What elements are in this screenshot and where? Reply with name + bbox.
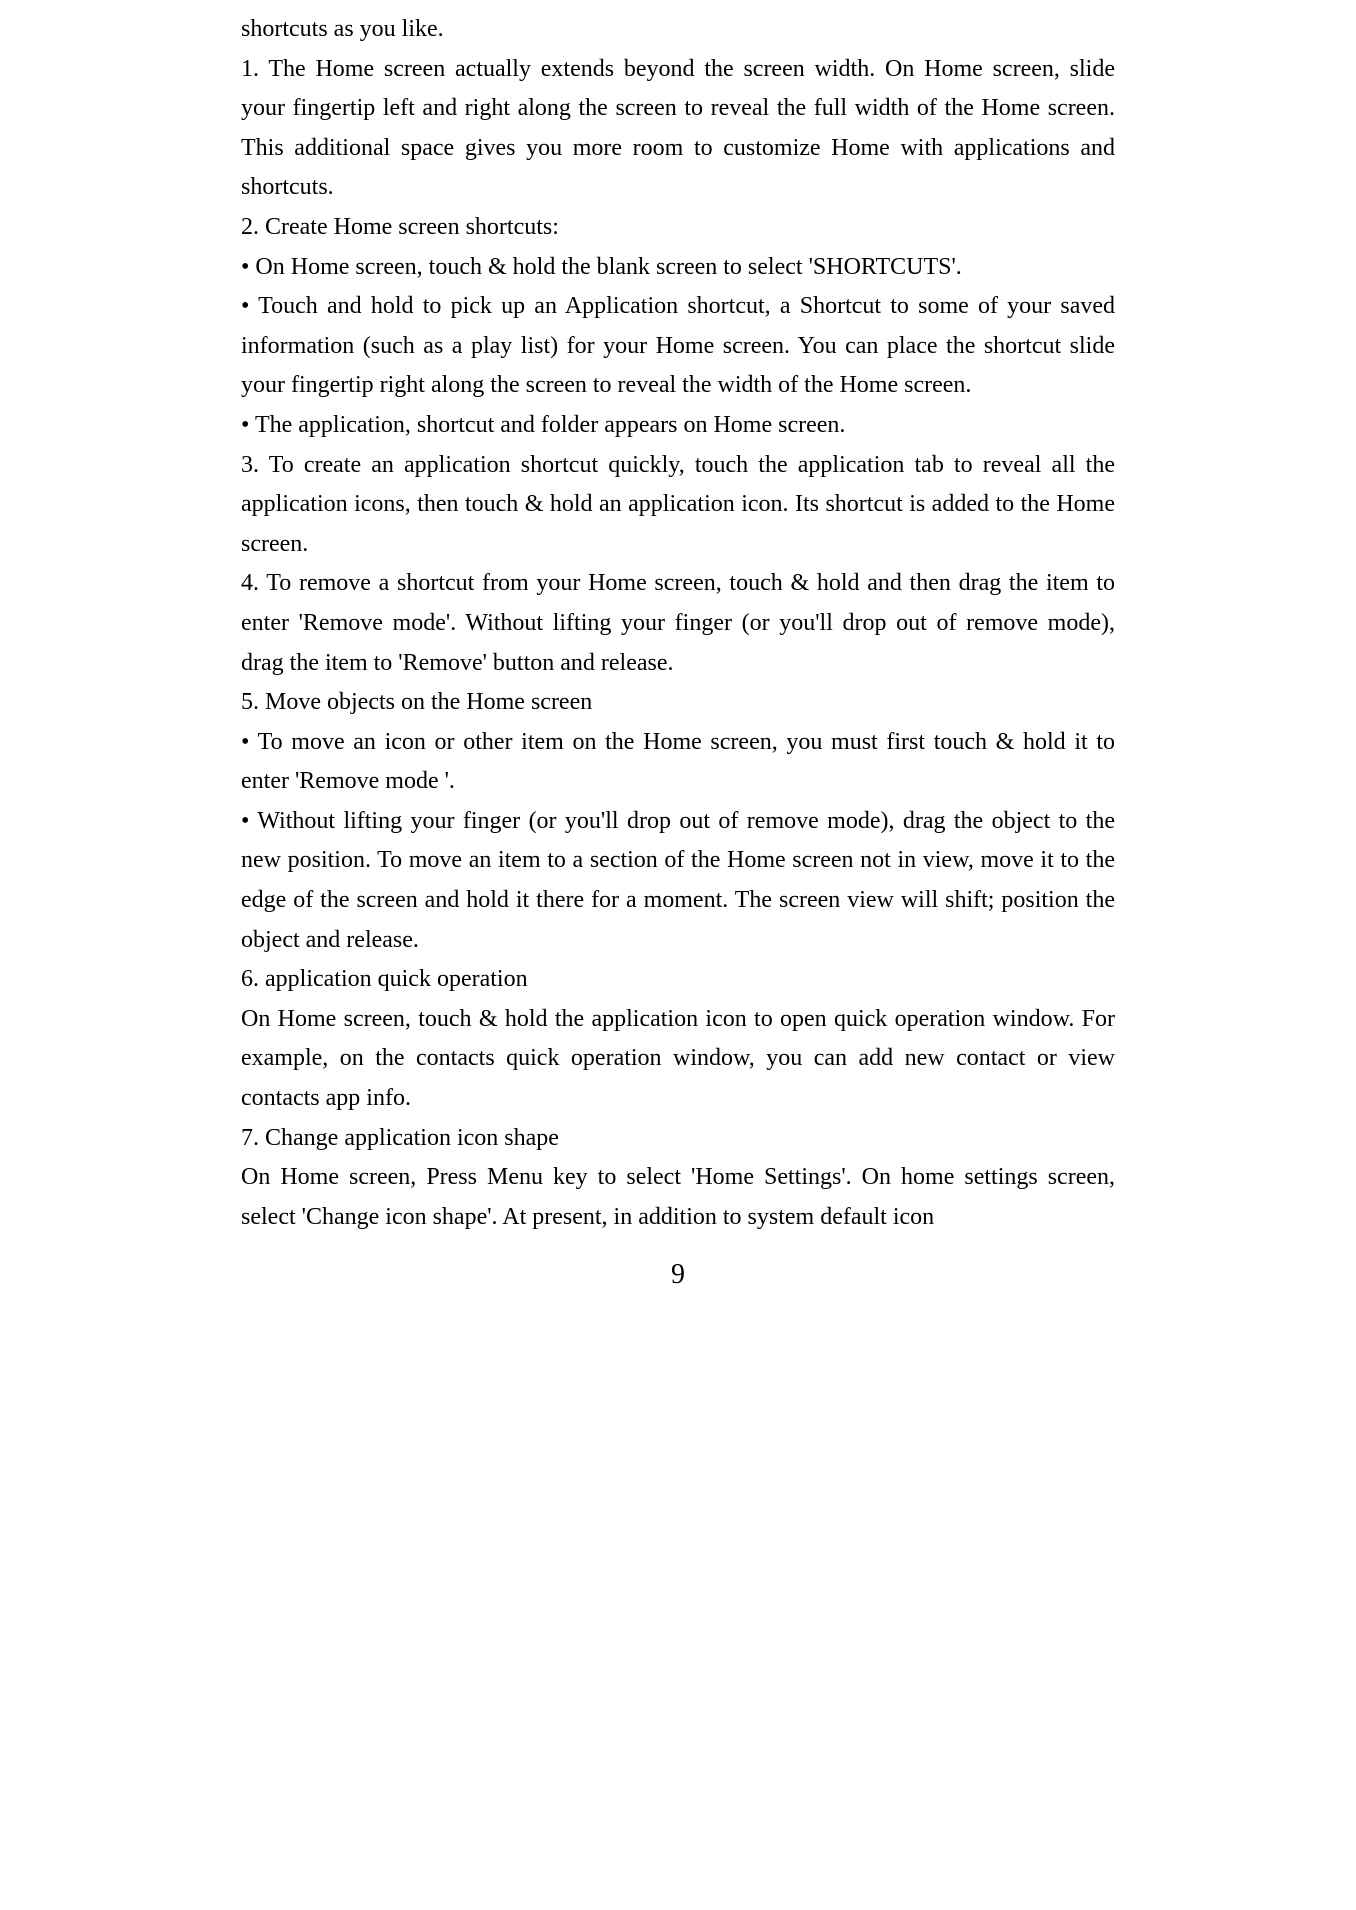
paragraph-7-heading: 7. Change application icon shape [241, 1119, 1115, 1159]
page-number: 9 [241, 1252, 1115, 1298]
paragraph-2-bullet-3: • The application, shortcut and folder a… [241, 406, 1115, 446]
paragraph-2-bullet-2: • Touch and hold to pick up an Applicati… [241, 287, 1115, 406]
paragraph-7-body: On Home screen, Press Menu key to select… [241, 1158, 1115, 1237]
paragraph-2-bullet-1: • On Home screen, touch & hold the blank… [241, 248, 1115, 288]
paragraph-6-heading: 6. application quick operation [241, 960, 1115, 1000]
paragraph-5-bullet-1: • To move an icon or other item on the H… [241, 723, 1115, 802]
paragraph-2-heading: 2. Create Home screen shortcuts: [241, 208, 1115, 248]
paragraph-6-body: On Home screen, touch & hold the applica… [241, 1000, 1115, 1119]
paragraph-intro: shortcuts as you like. [241, 10, 1115, 50]
document-content: shortcuts as you like. 1. The Home scree… [241, 10, 1115, 1237]
paragraph-5-bullet-2: • Without lifting your finger (or you'll… [241, 802, 1115, 960]
paragraph-5-heading: 5. Move objects on the Home screen [241, 683, 1115, 723]
paragraph-1: 1. The Home screen actually extends beyo… [241, 50, 1115, 208]
paragraph-4: 4. To remove a shortcut from your Home s… [241, 564, 1115, 683]
paragraph-3: 3. To create an application shortcut qui… [241, 446, 1115, 565]
